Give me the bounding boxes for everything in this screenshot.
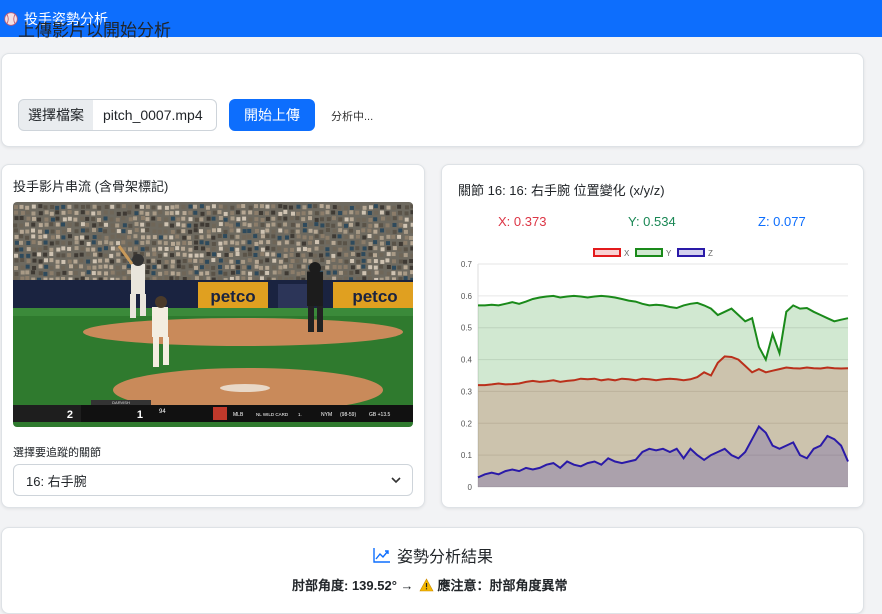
y-tick-label: 0.7: [461, 260, 473, 269]
petco-sign: petco: [210, 287, 255, 306]
round-label: NL WILD CARD: [256, 412, 289, 417]
result-card: [1, 527, 864, 614]
joint-select-value: 16: 右手腕: [26, 473, 87, 489]
result-text: 肘部角度: 139.52° → 應注意：肘部角度異常: [292, 575, 568, 594]
joint-select[interactable]: 16: 右手腕: [13, 464, 413, 496]
trend-chart-icon: [373, 548, 390, 563]
pitch-speed: 94: [159, 409, 166, 415]
y-tick-label: 0: [468, 483, 473, 492]
away-score: 2: [67, 409, 73, 421]
pitcher-video-stream[interactable]: petco petco 2 DARVISH 1 94 MLB NL WILD C…: [13, 202, 413, 427]
elbow-angle-text: 肘部角度: 139.52° →: [292, 578, 414, 593]
legend-swatch-x: [593, 248, 621, 257]
position-chart: 0 0.1 0.2 0.3 0.4 0.5 0.6 0.7 X Y Z: [461, 248, 849, 492]
opponent-label: NYM: [321, 412, 332, 418]
y-tick-label: 0.4: [461, 356, 473, 365]
x-readout: X: 0.373: [498, 214, 547, 229]
elbow-warning-text: 應注意：肘部角度異常: [437, 578, 568, 593]
pitcher-name: DARVISH: [112, 400, 130, 405]
y-tick-label: 0.2: [461, 419, 473, 428]
home-score: 1: [137, 409, 143, 421]
record-label: (98-59): [340, 412, 356, 418]
chevron-down-icon: [391, 477, 401, 484]
petco-sign-right: petco: [352, 287, 397, 306]
upload-title: 上傳影片以開始分析: [18, 21, 171, 40]
analysis-status: 分析中...: [331, 111, 374, 123]
z-readout: Z: 0.077: [758, 214, 806, 229]
y-tick-label: 0.3: [461, 387, 473, 396]
selected-file-name[interactable]: pitch_0007.mp4: [93, 99, 217, 131]
video-frame: petco petco 2 DARVISH 1 94 MLB NL WILD C…: [13, 202, 413, 427]
y-tick-label: 0.6: [461, 292, 473, 301]
legend-label-z: Z: [708, 249, 713, 258]
y-tick-label: 0.1: [461, 451, 473, 460]
game-label: 1.: [298, 412, 302, 417]
games-back-label: GB +13.5: [369, 412, 390, 418]
result-title-text: 姿勢分析結果: [397, 549, 494, 566]
legend-swatch-z: [677, 248, 705, 257]
legend-label-y: Y: [666, 249, 672, 258]
y-readout: Y: 0.534: [628, 214, 676, 229]
league-label: MLB: [233, 412, 244, 418]
result-title: 姿勢分析結果: [373, 543, 493, 567]
start-upload-button[interactable]: 開始上傳: [229, 99, 315, 131]
legend-swatch-y: [635, 248, 663, 257]
y-tick-label: 0.5: [461, 324, 473, 333]
joint-select-label: 選擇要追蹤的關節: [13, 447, 101, 459]
video-title: 投手影片串流 (含骨架標記): [13, 179, 169, 194]
legend-label-x: X: [624, 249, 630, 258]
baseball-icon: [4, 11, 18, 26]
choose-file-button[interactable]: 選擇檔案: [18, 99, 94, 131]
warning-icon: [419, 577, 434, 591]
chart-title: 關節 16: 16: 右手腕 位置變化 (x/y/z): [458, 183, 665, 198]
